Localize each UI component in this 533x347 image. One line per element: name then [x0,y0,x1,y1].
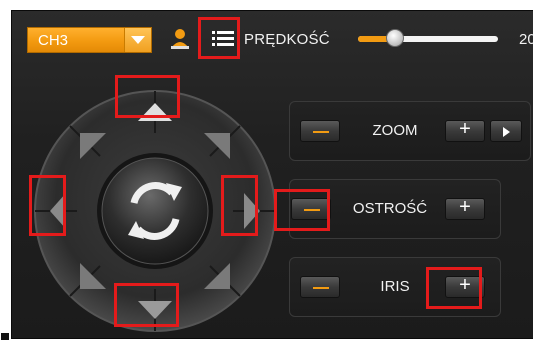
channel-value: CH3 [38,32,69,49]
minus-icon [304,209,320,211]
focus-control: OSTROŚĆ + [289,179,501,239]
plus-icon: + [459,118,471,140]
iris-control: IRIS + [289,257,501,317]
zoom-out-button[interactable] [300,120,340,142]
zoom-in-button[interactable]: + [445,118,485,142]
corner-mark [1,333,9,340]
reset-button[interactable] [101,157,209,265]
zoom-control: ZOOM + [289,101,531,161]
list-icon[interactable] [209,25,237,53]
zoom-next-button[interactable] [490,120,522,142]
play-icon [503,127,510,137]
focus-plus-button[interactable]: + [445,196,485,220]
iris-plus-button[interactable]: + [445,274,485,298]
plus-icon: + [459,274,471,296]
speed-value: 20 [519,31,533,48]
speed-slider[interactable] [358,29,498,47]
zoom-label: ZOOM [372,122,418,139]
minus-icon [313,131,329,133]
speed-slider-knob[interactable] [386,29,404,47]
iris-minus-button[interactable] [300,276,340,298]
focus-label: OSTROŚĆ [352,200,428,217]
speed-label: PRĘDKOŚĆ [244,31,330,48]
channel-select[interactable]: CH3 [27,27,152,53]
plus-icon: + [459,196,471,218]
user-icon[interactable] [165,25,195,53]
iris-label: IRIS [380,278,410,295]
focus-minus-button[interactable] [291,198,331,220]
minus-icon [313,287,329,289]
ptz-control-panel: CH3 PRĘDKOŚĆ 20 [11,10,533,339]
direction-pad [34,90,276,332]
chevron-down-icon[interactable] [124,28,151,52]
